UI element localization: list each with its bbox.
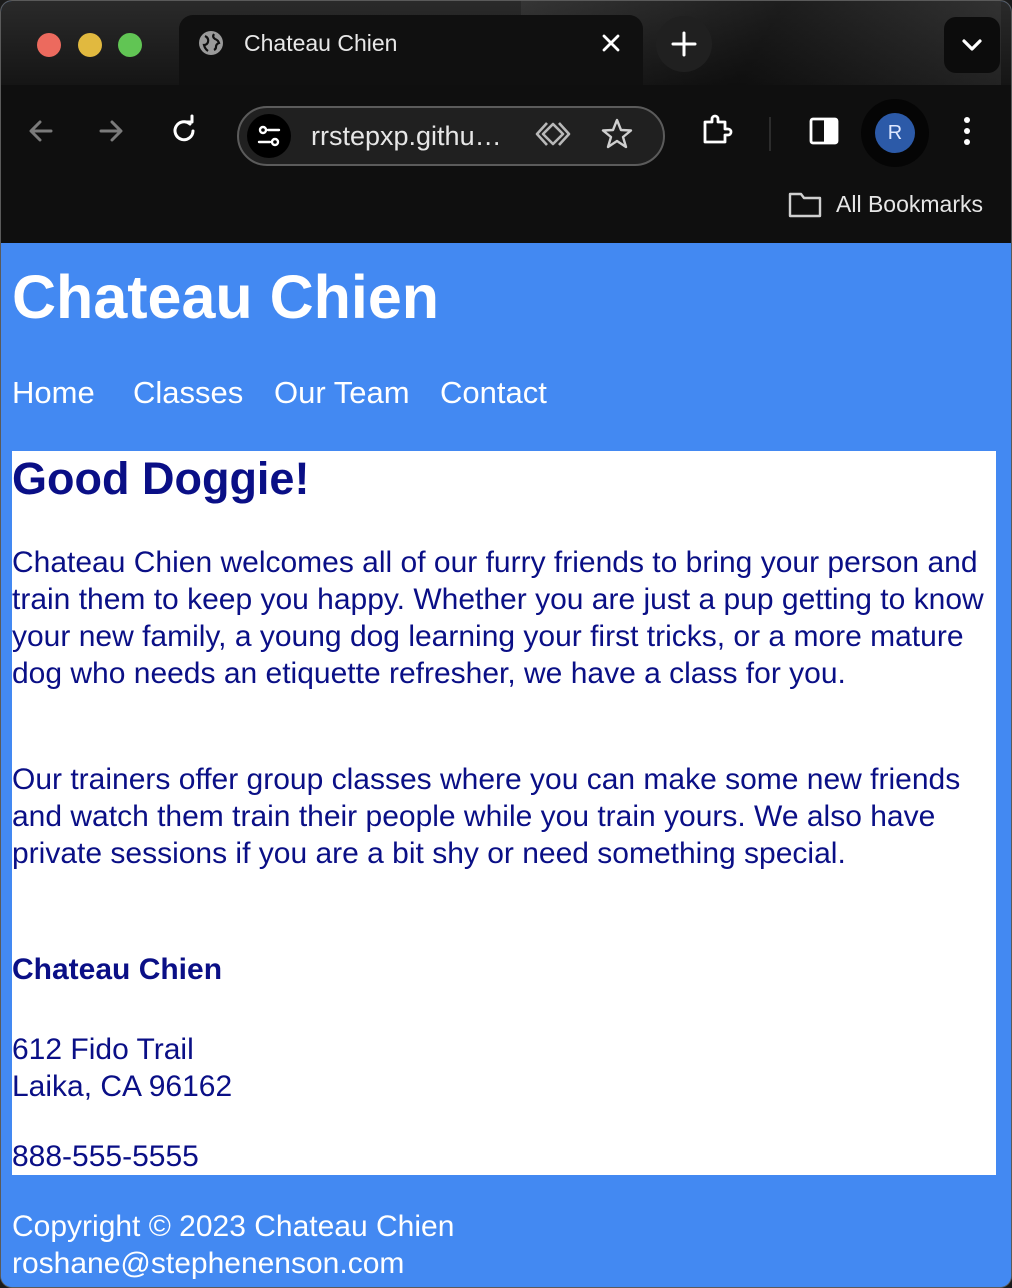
address-business-name: Chateau Chien: [12, 953, 223, 986]
new-tab-button[interactable]: [656, 16, 712, 72]
main-content: Good Doggie! Chateau Chien welcomes all …: [12, 451, 996, 1175]
address-bar[interactable]: rrstepxp.githu…: [237, 106, 665, 166]
side-panel-icon[interactable]: [806, 113, 842, 149]
extensions-puzzle-icon[interactable]: [699, 112, 735, 148]
chevron-down-icon: [962, 39, 982, 51]
plus-icon: [671, 31, 697, 57]
tune-icon: [257, 125, 281, 147]
page-footer: Copyright © 2023 Chateau Chien roshane@s…: [12, 1208, 454, 1282]
nav-link-home[interactable]: Home: [12, 374, 95, 412]
site-info-button[interactable]: [247, 114, 291, 158]
nav-link-contact[interactable]: Contact: [440, 374, 547, 412]
avatar: R: [875, 113, 915, 153]
minimize-window-button[interactable]: [78, 33, 102, 57]
browser-tab-active[interactable]: Chateau Chien: [179, 15, 643, 85]
site-title: Chateau Chien: [12, 263, 440, 331]
profile-button[interactable]: R: [861, 99, 929, 167]
web-page: Chateau Chien Home Classes Our Team Cont…: [1, 244, 1011, 1287]
url-text: rrstepxp.githu…: [311, 121, 502, 151]
forward-arrow-icon[interactable]: [93, 113, 129, 149]
browser-toolbar: rrstepxp.githu… R All Bookmarks: [1, 85, 1011, 243]
star-icon[interactable]: [599, 116, 635, 152]
maximize-window-button[interactable]: [118, 33, 142, 57]
nav-link-our-team[interactable]: Our Team: [274, 374, 410, 412]
reload-icon[interactable]: [166, 113, 202, 149]
toolbar-separator: [769, 117, 771, 151]
google-lens-icon[interactable]: [535, 116, 571, 152]
tab-strip: Chateau Chien: [1, 1, 1011, 85]
nav-link-classes[interactable]: Classes: [133, 374, 243, 412]
intro-paragraph: Chateau Chien welcomes all of our furry …: [12, 546, 984, 690]
copyright-text: Copyright © 2023 Chateau Chien: [12, 1210, 455, 1243]
tab-title: Chateau Chien: [244, 30, 398, 56]
globe-icon: [199, 31, 223, 55]
page-heading: Good Doggie!: [12, 453, 310, 504]
classes-paragraph: Our trainers offer group classes where y…: [12, 763, 961, 870]
tab-search-button[interactable]: [944, 17, 1000, 73]
back-arrow-icon[interactable]: [23, 113, 59, 149]
phone-number: 888-555-5555: [12, 1140, 199, 1173]
browser-window: Chateau Chien rrstepxp.githu… R All Book…: [0, 0, 1012, 1288]
footer-email: roshane@stephenenson.com: [12, 1247, 405, 1280]
all-bookmarks-label: All Bookmarks: [836, 190, 983, 217]
more-menu-icon[interactable]: [949, 113, 985, 149]
close-window-button[interactable]: [37, 33, 61, 57]
address-city: Laika, CA 96162: [12, 1070, 233, 1103]
all-bookmarks-button[interactable]: All Bookmarks: [788, 187, 983, 221]
address-street: 612 Fido Trail: [12, 1033, 194, 1066]
folder-icon: [788, 192, 822, 218]
close-tab-icon[interactable]: [597, 29, 625, 57]
